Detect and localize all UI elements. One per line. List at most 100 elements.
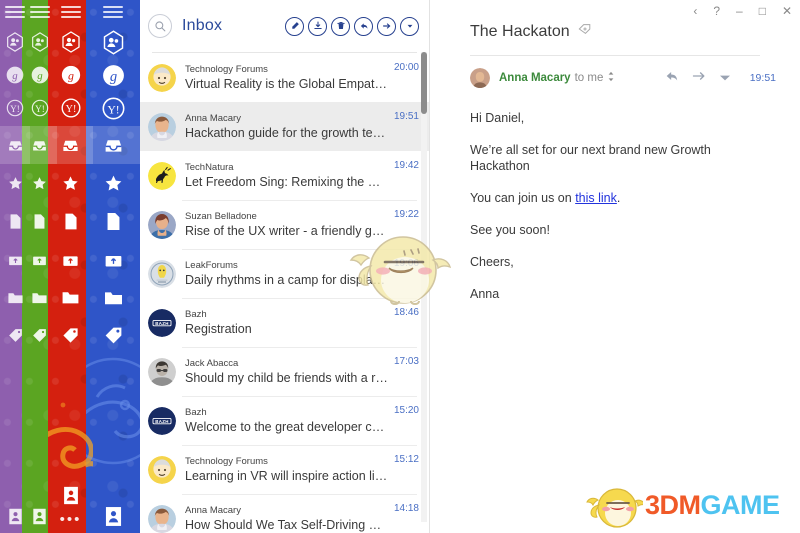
message-actions: 19:51 [665,69,776,87]
delete-button[interactable] [331,16,350,36]
message-time: 19:06 [393,258,419,269]
more-dropdown-icon[interactable] [719,69,731,87]
chevron-updown-icon[interactable] [607,69,615,87]
sidebar-item-archive[interactable] [86,240,140,278]
search-icon[interactable] [148,14,172,38]
list-item[interactable]: Suzan Belladone Rise of the UX writer - a… [140,200,429,249]
message-rows: Technology Forums Virtual Reality is the … [140,53,429,533]
message-subject: Hackathon guide for the growth team [185,126,388,140]
sidebar-item-drafts[interactable] [86,202,140,240]
message-sender: LeakForums [185,260,238,271]
help-button[interactable]: ? [713,5,720,17]
tag-add-icon[interactable] [578,22,592,41]
yahoo-y-icon[interactable]: Y! [56,93,86,123]
hamburger-icon[interactable] [103,6,123,18]
maximize-button[interactable]: □ [759,5,766,17]
avatar [148,210,176,239]
sidebar-item-inbox[interactable] [86,126,140,164]
minimize-button[interactable]: – [736,5,743,17]
list-item[interactable]: Anna Macary Hackathon guide for the growt… [140,102,429,151]
list-header: Inbox [140,0,429,52]
avatar [148,161,176,190]
google-g-icon[interactable]: g [98,60,128,90]
hamburger-icon[interactable] [60,6,81,18]
list-item[interactable]: Technology Forums Virtual Reality is the … [140,53,429,102]
sidebar-item-folders[interactable] [86,278,140,316]
yahoo-y-icon[interactable]: Y! [98,93,128,123]
list-item-text: Jack Abacca Should my child be friends wi… [185,357,388,386]
message-time: 17:03 [393,356,419,367]
sidebar-overflow-button[interactable]: ••• [60,512,82,533]
list-item-text: TechNatura Let Freedom Sing: Remixing the… [185,161,388,190]
list-item[interactable]: Anna Macary How Should We Tax Self-Drivin… [140,494,429,533]
list-item[interactable]: Jack Abacca Should my child be friends wi… [140,347,429,396]
sender-row: Anna Macary to me 19:51 [430,56,800,88]
svg-text:BAZH: BAZH [155,320,168,325]
message-subject: Let Freedom Sing: Remixing the Declarati… [185,175,388,189]
message-sender: Anna Macary [185,505,241,516]
body-link[interactable]: this link [575,191,617,205]
window-controls: ‹? – □ ✕ [693,0,792,22]
svg-text:Y!: Y! [107,104,119,116]
contact-card-icon[interactable] [86,499,140,533]
message-time: 20:00 [393,62,419,73]
list-item[interactable]: TechNatura Let Freedom Sing: Remixing the… [140,151,429,200]
more-button[interactable] [400,16,419,36]
message-subject: Welcome to the great developer commu… [185,420,388,434]
reply-button[interactable] [354,16,373,36]
close-button[interactable]: ✕ [782,5,792,17]
sidebar-item-labels[interactable] [86,316,140,354]
body-paragraph: You can join us on this link. [470,190,760,206]
body-paragraph: Anna [470,287,500,301]
message-time: 19:51 [393,111,419,122]
message-sender: Bazh [185,309,207,320]
google-g-icon[interactable]: g [56,60,86,90]
message-subject: How Should We Tax Self-Driving Cars? [185,518,388,532]
page-title: The Hackaton [470,22,570,40]
list-item[interactable]: Technology Forums Learning in VR will ins… [140,445,429,494]
svg-text:BAZH: BAZH [155,418,168,423]
avatar [148,259,176,288]
avatar [148,455,176,484]
message-sender: Technology Forums [185,456,268,467]
body-text: You can join us on [470,191,576,205]
list-scrollbar[interactable] [421,52,427,522]
body-paragraph: Cheers, [470,255,514,269]
message-time: 19:22 [393,209,419,220]
folder-title: Inbox [182,17,223,34]
message-time: 15:12 [393,454,419,465]
list-item[interactable]: LeakForums Daily rhythms in a camp for di… [140,249,429,298]
list-toolbar [285,16,423,36]
svg-text:Y!: Y! [10,104,20,114]
reading-pane: ‹? – □ ✕ The Hackaton Anna Macary to me [430,0,800,533]
message-sender: TechNatura [185,162,234,173]
body-paragraph: See you soon! [470,223,550,237]
forward-icon[interactable] [692,69,706,87]
people-hexagon-icon[interactable] [56,27,86,57]
archive-button[interactable] [308,16,327,36]
list-item[interactable]: BAZH Bazh Registration 18:46 [140,298,429,347]
reply-icon[interactable] [665,69,679,87]
svg-text:g: g [109,68,116,84]
back-button[interactable]: ‹ [693,5,697,17]
list-item-text: LeakForums Daily rhythms in a camp for di… [185,259,388,288]
message-sender: Jack Abacca [185,358,239,369]
list-item-text: Bazh Welcome to the great developer commu… [185,406,388,435]
message-body: Hi Daniel, We’re all set for our next bra… [430,88,800,302]
message-time: 19:51 [749,72,776,84]
message-list-pane: Inbox Technology Forums Virtual Reality … [140,0,430,533]
avatar [148,504,176,533]
scrollbar-thumb[interactable] [421,52,427,114]
list-item[interactable]: BAZH Bazh Welcome to the great developer c… [140,396,429,445]
forward-button[interactable] [377,16,396,36]
sidebar-item-starred[interactable] [86,164,140,202]
hamburger-icon[interactable] [29,6,50,18]
sender-name[interactable]: Anna Macary [499,72,571,84]
account-panel-blue[interactable]: g Y! [86,0,140,533]
compose-button[interactable] [285,16,304,36]
avatar: BAZH [148,308,176,337]
people-hexagon-icon[interactable] [98,27,128,57]
message-subject: Learning in VR will inspire action like … [185,469,388,483]
list-item-text: Suzan Belladone Rise of the UX writer - a… [185,210,388,239]
email-client-window: g Y! g Y! g Y! ••• g Y! Inbox Technology… [0,0,800,533]
